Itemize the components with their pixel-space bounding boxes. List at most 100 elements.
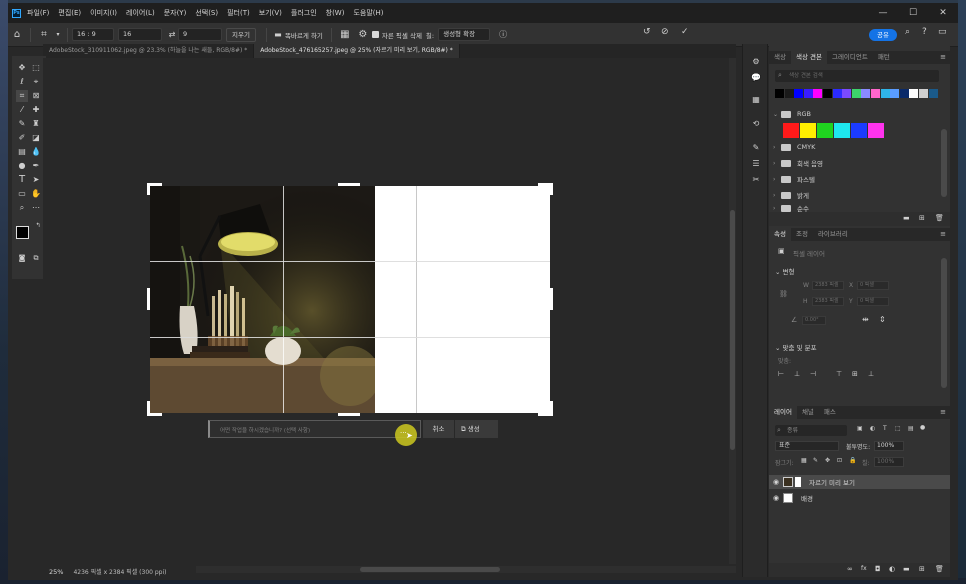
gear-icon[interactable]: ⚙ bbox=[354, 29, 372, 40]
crop-handle-left[interactable] bbox=[147, 288, 150, 310]
properties-scrollbar-thumb[interactable] bbox=[941, 258, 947, 388]
swatch-color[interactable] bbox=[775, 89, 784, 98]
tab-layers[interactable]: 레이어 bbox=[769, 406, 797, 419]
menu-view[interactable]: 보기(V) bbox=[259, 8, 282, 18]
mask-icon[interactable]: ◘ bbox=[875, 565, 881, 573]
swatch-color[interactable] bbox=[919, 89, 928, 98]
filter-shape-icon[interactable]: ⬚ bbox=[895, 425, 901, 432]
flip-vertical-icon[interactable]: ⇕ bbox=[879, 315, 886, 324]
crop-preview-canvas[interactable] bbox=[150, 186, 550, 413]
document-info[interactable]: 4236 픽셀 x 2384 픽셀 (300 ppi) bbox=[73, 567, 166, 576]
swatch-color[interactable] bbox=[794, 89, 804, 98]
align-bottom-icon[interactable]: ⊥ bbox=[868, 370, 874, 378]
type-tool-icon[interactable]: T bbox=[16, 174, 28, 186]
swatch-color[interactable] bbox=[783, 123, 799, 138]
brush-settings-icon[interactable]: ✎ bbox=[750, 142, 762, 154]
crop-handle-top[interactable] bbox=[338, 183, 360, 186]
group-icon[interactable]: ▬ bbox=[903, 565, 910, 573]
vertical-scrollbar-thumb[interactable] bbox=[730, 210, 735, 450]
tab-gradients[interactable]: 그레이디언트 bbox=[827, 51, 873, 64]
straighten-icon[interactable]: ▬ bbox=[271, 30, 285, 39]
add-icon[interactable]: ⊞ bbox=[919, 214, 925, 222]
panel-menu-icon[interactable]: ≡ bbox=[940, 408, 946, 416]
link-icon[interactable]: ⛓ bbox=[779, 290, 788, 298]
swatches-search-input[interactable]: 색상 견본 검색 bbox=[775, 70, 939, 82]
swatch-group-cmyk[interactable]: › CMYK bbox=[773, 140, 943, 154]
home-icon[interactable]: ⌂ bbox=[8, 29, 26, 40]
lock-transparent-icon[interactable]: ▦ bbox=[801, 457, 807, 464]
eyedropper-tool-icon[interactable]: ⁄ bbox=[16, 104, 28, 116]
swatch-color[interactable] bbox=[800, 123, 816, 138]
lock-artboard-icon[interactable]: ⊡ bbox=[837, 457, 842, 464]
chevron-down-icon[interactable]: ▾ bbox=[53, 31, 63, 38]
info-icon[interactable]: ▦ bbox=[750, 94, 762, 106]
tab-color[interactable]: 색상 bbox=[769, 51, 791, 64]
flip-horizontal-icon[interactable]: ⇹ bbox=[862, 315, 869, 324]
menu-image[interactable]: 이미지(I) bbox=[90, 8, 117, 18]
transform-section[interactable]: ⌄ 변형 bbox=[775, 266, 794, 276]
tab-properties[interactable]: 속성 bbox=[769, 228, 791, 241]
brush-tool-icon[interactable]: ✎ bbox=[16, 118, 28, 130]
swatch-group-pure[interactable]: › 순수 bbox=[773, 204, 943, 212]
align-left-icon[interactable]: ⊢ bbox=[778, 370, 784, 378]
tab-channels[interactable]: 채널 bbox=[797, 406, 819, 419]
swatch-color[interactable] bbox=[813, 89, 823, 98]
maximize-button[interactable]: ☐ bbox=[898, 3, 928, 23]
swatch-color[interactable] bbox=[832, 89, 842, 98]
delete-cropped-checkbox[interactable] bbox=[371, 31, 379, 38]
lock-position-icon[interactable]: ✥ bbox=[825, 457, 830, 464]
straighten-button[interactable]: 똑바르게 하기 bbox=[285, 30, 323, 40]
horizontal-scrollbar-thumb[interactable] bbox=[360, 567, 500, 572]
path-select-tool-icon[interactable]: ➤ bbox=[30, 174, 42, 186]
zoom-level[interactable]: 25% bbox=[49, 568, 63, 576]
move-tool-icon[interactable]: ✥ bbox=[16, 62, 28, 74]
commit-crop-icon[interactable]: ✓ bbox=[681, 27, 689, 37]
crop-handle-top-left[interactable] bbox=[150, 183, 162, 186]
paths-icon[interactable]: ✂ bbox=[750, 174, 762, 186]
crop-handle-bottom-left[interactable] bbox=[147, 401, 150, 416]
filter-type-icon[interactable]: T bbox=[883, 425, 887, 432]
photoshop-logo-icon[interactable]: Ps bbox=[12, 8, 21, 18]
menu-window[interactable]: 창(W) bbox=[326, 8, 345, 18]
swatch-group-rgb[interactable]: ⌄ RGB bbox=[773, 107, 943, 121]
tab-libraries[interactable]: 라이브러리 bbox=[813, 228, 853, 241]
marquee-tool-icon[interactable]: ⬚ bbox=[30, 62, 42, 74]
rectangle-tool-icon[interactable]: ▭ bbox=[16, 188, 28, 200]
swatch-group-grayscale[interactable]: › 회색 음영 bbox=[773, 156, 943, 170]
tab-paths[interactable]: 패스 bbox=[819, 406, 841, 419]
menu-select[interactable]: 선택(S) bbox=[195, 8, 218, 18]
align-middle-icon[interactable]: ⊞ bbox=[852, 370, 858, 378]
object-select-tool-icon[interactable]: ⌖ bbox=[30, 76, 42, 88]
healing-brush-tool-icon[interactable]: ✚ bbox=[30, 104, 42, 116]
help-icon[interactable]: ? bbox=[922, 27, 927, 37]
frame-tool-icon[interactable]: ⊠ bbox=[30, 90, 42, 102]
fill-select[interactable]: 생성형 확장 bbox=[438, 28, 491, 41]
trash-icon[interactable]: 🗑 bbox=[935, 565, 944, 573]
layer-row-background[interactable]: ◉ 배경 bbox=[769, 491, 950, 505]
cancel-button[interactable]: 취소 bbox=[423, 420, 454, 438]
quick-mask-icon[interactable]: ◙ bbox=[16, 252, 28, 264]
info-icon[interactable]: ⓘ bbox=[494, 29, 512, 40]
screen-mode-icon[interactable]: ⧉ bbox=[30, 252, 42, 264]
menu-help[interactable]: 도움말(H) bbox=[353, 8, 383, 18]
new-layer-icon[interactable]: ⊞ bbox=[919, 565, 925, 573]
search-icon[interactable]: ⌕ bbox=[905, 27, 910, 37]
gradient-tool-icon[interactable]: ▤ bbox=[16, 146, 28, 158]
filter-toggle-icon[interactable]: ● bbox=[920, 424, 925, 431]
swatch-group-light[interactable]: › 밝게 bbox=[773, 188, 943, 202]
menu-file[interactable]: 파일(F) bbox=[27, 8, 49, 18]
history-brush-tool-icon[interactable]: ✐ bbox=[16, 132, 28, 144]
panel-menu-icon[interactable]: ≡ bbox=[940, 230, 946, 238]
swatch-group-pastel[interactable]: › 파스텔 bbox=[773, 172, 943, 186]
fx-icon[interactable]: fx bbox=[861, 565, 867, 572]
comments-icon[interactable]: 💬 bbox=[750, 72, 762, 84]
align-top-icon[interactable]: ⊤ bbox=[836, 370, 842, 378]
height-field[interactable]: 2383 픽셀 bbox=[812, 297, 844, 306]
blend-mode-select[interactable]: 표준 bbox=[775, 441, 839, 451]
filter-pixel-icon[interactable]: ▣ bbox=[857, 425, 863, 432]
layer-row-crop-preview[interactable]: ◉ 자르기 미리 보기 bbox=[769, 475, 950, 489]
filter-smart-object-icon[interactable]: ▤ bbox=[908, 425, 914, 432]
share-button[interactable]: 공유 bbox=[869, 29, 897, 41]
cancel-crop-icon[interactable]: ⊘ bbox=[661, 27, 669, 37]
x-field[interactable]: 0 픽셀 bbox=[857, 281, 889, 290]
